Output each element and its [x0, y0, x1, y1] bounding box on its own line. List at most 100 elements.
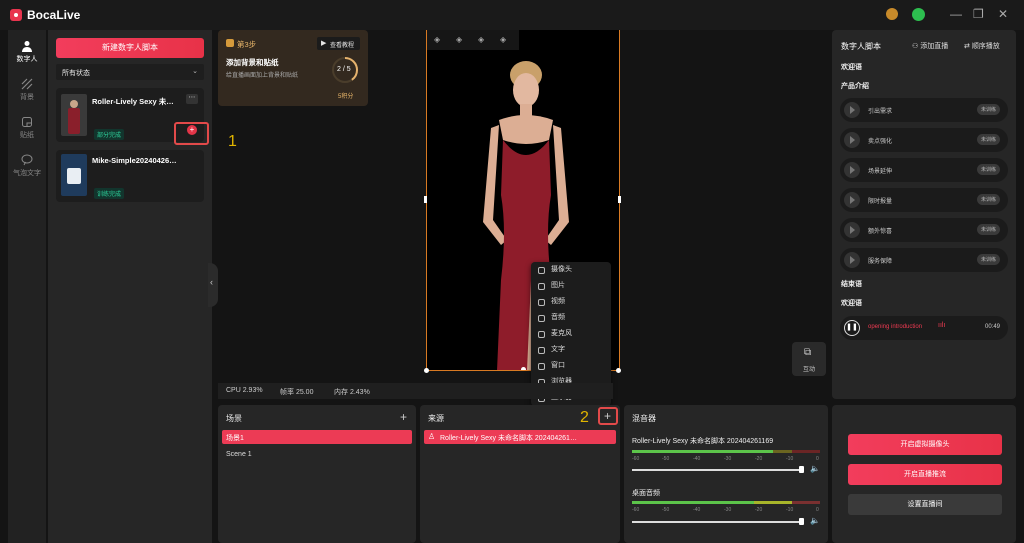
- sources-panel: 来源 2 + ♙ Roller-Lively Sexy 未命名脚本 202404…: [420, 405, 620, 543]
- tick-label: -10: [786, 456, 794, 462]
- segment-label: 额外惊喜: [868, 229, 893, 235]
- script-segment[interactable]: 限时报量 未训练: [840, 188, 1008, 212]
- play-icon[interactable]: [844, 192, 860, 208]
- image-icon: [538, 283, 545, 290]
- stats-bar: CPU 2.93% 帧率 25.00 内存 2.43%: [218, 383, 613, 399]
- menu-label: 窗口: [551, 362, 565, 369]
- menu-item-video[interactable]: 视频: [531, 294, 611, 310]
- volume-knob[interactable]: [799, 466, 804, 473]
- status-badge: 训练完成: [94, 188, 125, 199]
- nav-item-bubble-text[interactable]: 气泡文字: [8, 150, 46, 190]
- menu-item-window[interactable]: 窗口: [531, 358, 611, 374]
- add-scene-button[interactable]: +: [400, 410, 407, 424]
- digital-human-script-panel: 数字人脚本 ⚇ 添加直播 ⇄ 顺序播放 欢迎语 产品介绍 引出需求 未训练 卖点强…: [832, 30, 1016, 399]
- segment-label: 引出需求: [868, 109, 893, 115]
- minimize-icon[interactable]: —: [950, 7, 962, 21]
- chevron-left-icon: ‹: [210, 277, 213, 287]
- speaker-icon[interactable]: 🔈: [810, 464, 820, 473]
- volume-slider[interactable]: [632, 521, 802, 523]
- level-meter-bg: [632, 501, 820, 504]
- script-segment[interactable]: 额外惊喜 未训练: [840, 218, 1008, 242]
- background-icon: [21, 78, 33, 90]
- resize-handle[interactable]: [424, 368, 429, 373]
- menu-label: 麦克风: [551, 330, 572, 337]
- source-item[interactable]: ♙ Roller-Lively Sexy 未命名脚本 202404261…: [424, 430, 616, 444]
- menu-item-camera[interactable]: 摄像头: [531, 262, 611, 278]
- segment-status: 未训练: [976, 134, 1000, 145]
- scene-item[interactable]: 场景1: [222, 430, 412, 444]
- resize-handle[interactable]: [521, 367, 526, 370]
- premium-icon[interactable]: [886, 8, 898, 20]
- start-stream-button[interactable]: 开启直播推流: [848, 464, 1002, 485]
- annotation-1: 1: [228, 133, 237, 150]
- script-segment[interactable]: 引出需求 未训练: [840, 98, 1008, 122]
- nav-item-digital-human[interactable]: 数字人: [8, 36, 46, 76]
- status-filter-value: 所有状态: [62, 70, 90, 77]
- add-source-button[interactable]: +: [604, 409, 611, 423]
- play-icon[interactable]: [844, 162, 860, 178]
- more-options-icon[interactable]: ⋯: [186, 94, 198, 104]
- play-icon[interactable]: [844, 132, 860, 148]
- tick-label: -10: [786, 507, 794, 513]
- play-icon[interactable]: [844, 222, 860, 238]
- annotation-2: 2: [580, 409, 589, 426]
- title-bar: BocaLive — ❐ ✕: [0, 0, 1024, 30]
- tick-label: -20: [755, 456, 763, 462]
- start-virtual-camera-button[interactable]: 开启虚拟摄像头: [848, 434, 1002, 455]
- sticker-icon: [22, 117, 32, 127]
- highlight-box-1: [174, 122, 209, 145]
- watch-tutorial-button[interactable]: ▶ 查看教程: [317, 37, 360, 50]
- sources-title: 来源: [428, 414, 444, 423]
- script-card[interactable]: Mike-Simple20240426… 训练完成: [56, 150, 204, 202]
- volume-slider[interactable]: [632, 469, 802, 471]
- speaker-icon[interactable]: 🔈: [810, 516, 820, 525]
- script-title: Mike-Simple20240426…: [92, 156, 177, 165]
- playing-label: opening introduction: [868, 324, 923, 330]
- new-script-button[interactable]: 新建数字人脚本: [56, 38, 204, 58]
- tick-label: -50: [662, 456, 670, 462]
- status-filter-select[interactable]: 所有状态 ⌄: [56, 64, 204, 80]
- play-icon[interactable]: [844, 252, 860, 268]
- script-segment[interactable]: 卖点强化 未训练: [840, 128, 1008, 152]
- nav-item-sticker[interactable]: 贴纸: [8, 112, 46, 152]
- segment-status: 未训练: [976, 164, 1000, 175]
- play-icon[interactable]: [844, 102, 860, 118]
- volume-knob[interactable]: [799, 518, 804, 525]
- pause-icon[interactable]: ❚❚: [844, 320, 860, 336]
- script-segment[interactable]: 服务保障 未训练: [840, 248, 1008, 272]
- nav-item-background[interactable]: 背景: [8, 74, 46, 114]
- resize-handle[interactable]: [424, 196, 427, 203]
- power-icon[interactable]: [912, 8, 925, 21]
- tutorial-title: 添加背景和贴纸: [226, 58, 279, 67]
- channel-name: 桌面音频: [632, 490, 660, 497]
- menu-item-audio[interactable]: 音频: [531, 310, 611, 326]
- segment-label: 场景延伸: [868, 169, 893, 175]
- scene-item[interactable]: Scene 1: [222, 448, 412, 462]
- interact-button[interactable]: ⧉ 互动: [792, 342, 826, 376]
- level-meter: [632, 450, 773, 453]
- nav-label: 贴纸: [20, 132, 34, 139]
- maximize-icon[interactable]: ❐: [973, 7, 984, 21]
- order-play-button[interactable]: ⇄ 顺序播放: [964, 41, 1000, 51]
- segment-label: 服务保障: [868, 259, 893, 265]
- script-segment-playing[interactable]: ❚❚ opening introduction ıılı 00:49: [840, 316, 1008, 340]
- resize-handle[interactable]: [618, 196, 621, 203]
- audio-icon: [538, 315, 545, 322]
- collapse-panel-button[interactable]: ‹: [208, 263, 218, 307]
- side-nav: 数字人 背景 贴纸 气泡文字: [8, 30, 46, 543]
- step-icon: [226, 39, 234, 47]
- section-welcome-2: 欢迎语: [841, 300, 862, 307]
- menu-item-text[interactable]: 文字: [531, 342, 611, 358]
- add-live-button[interactable]: ⚇ 添加直播: [912, 41, 948, 51]
- mixer-title: 混音器: [632, 414, 656, 423]
- scenes-title: 场景: [226, 414, 242, 423]
- order-play-label: 顺序播放: [971, 43, 1000, 50]
- resize-handle[interactable]: [616, 368, 621, 373]
- close-icon[interactable]: ✕: [998, 7, 1008, 21]
- app-logo-icon: [10, 9, 22, 21]
- play-icon: ▶: [321, 40, 327, 47]
- live-room-settings-button[interactable]: 设置直播间: [848, 494, 1002, 515]
- menu-item-image[interactable]: 图片: [531, 278, 611, 294]
- script-segment[interactable]: 场景延伸 未训练: [840, 158, 1008, 182]
- menu-item-microphone[interactable]: 麦克风: [531, 326, 611, 342]
